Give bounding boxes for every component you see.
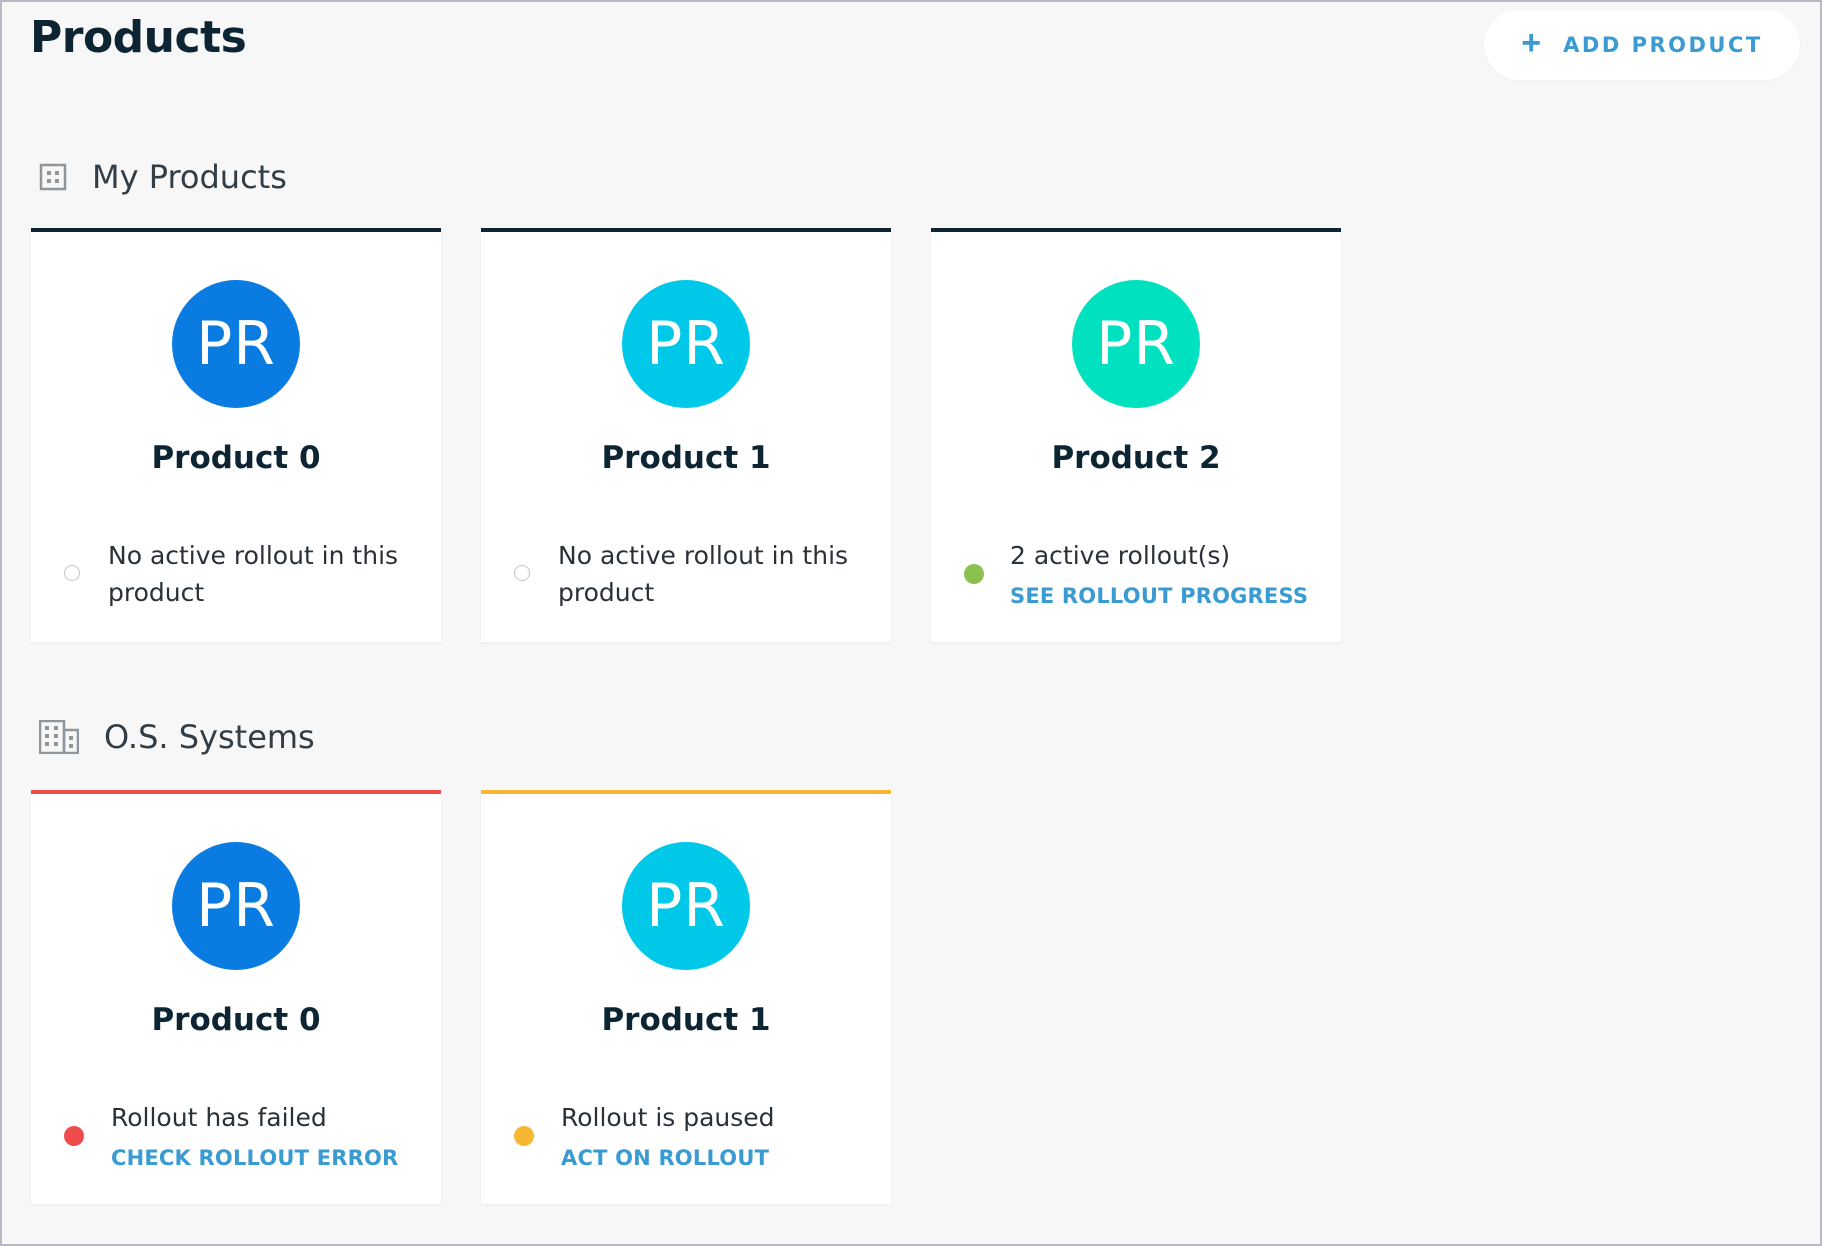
avatar: PR [172, 280, 300, 408]
status-dot-empty [514, 565, 530, 581]
avatar: PR [622, 280, 750, 408]
avatar: PR [622, 842, 750, 970]
product-name: Product 2 [1051, 440, 1221, 476]
status-text: No active rollout in this product [108, 541, 399, 607]
section-title: O.S. Systems [104, 718, 315, 756]
product-card[interactable]: PR Product 2 2 active rollout(s) SEE ROL… [931, 228, 1341, 642]
product-name: Product 1 [601, 1002, 771, 1038]
building-small-icon [38, 162, 68, 192]
building-large-icon [38, 720, 80, 754]
product-name: Product 0 [151, 1002, 321, 1038]
status-dot-empty [64, 565, 80, 581]
product-card[interactable]: PR Product 1 Rollout is paused ACT ON RO… [481, 790, 891, 1204]
add-product-label: ADD PRODUCT [1563, 33, 1763, 57]
section-header-os-systems: O.S. Systems [38, 718, 315, 756]
status-dot-failed [64, 1126, 84, 1146]
status-text: No active rollout in this product [558, 541, 849, 607]
act-on-rollout-link[interactable]: ACT ON ROLLOUT [561, 1146, 769, 1170]
page-title: Products [30, 12, 247, 63]
products-page: Products + ADD PRODUCT My Products PR Pr… [0, 0, 1822, 1246]
product-card[interactable]: PR Product 0 No active rollout in this p… [31, 228, 441, 642]
section-title: My Products [92, 158, 287, 196]
status-text: Rollout is paused [561, 1103, 775, 1132]
add-product-button[interactable]: + ADD PRODUCT [1484, 10, 1800, 80]
plus-icon: + [1521, 24, 1542, 62]
status-dot-active [964, 564, 984, 584]
status-text: Rollout has failed [111, 1103, 327, 1132]
status-text: 2 active rollout(s) [1010, 541, 1231, 570]
status-dot-paused [514, 1126, 534, 1146]
section-header-my-products: My Products [38, 158, 287, 196]
avatar: PR [1072, 280, 1200, 408]
see-rollout-progress-link[interactable]: SEE ROLLOUT PROGRESS [1010, 584, 1308, 608]
product-card[interactable]: PR Product 1 No active rollout in this p… [481, 228, 891, 642]
avatar: PR [172, 842, 300, 970]
check-rollout-error-link[interactable]: CHECK ROLLOUT ERROR [111, 1146, 398, 1170]
product-name: Product 0 [151, 440, 321, 476]
product-name: Product 1 [601, 440, 771, 476]
product-card[interactable]: PR Product 0 Rollout has failed CHECK RO… [31, 790, 441, 1204]
